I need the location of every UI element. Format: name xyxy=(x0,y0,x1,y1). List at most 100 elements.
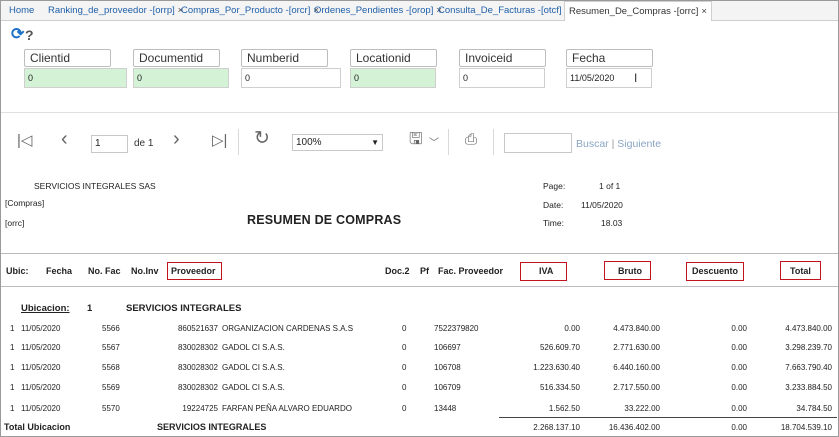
cell-ubic: 1 xyxy=(10,363,15,372)
cell-descuento: 0.00 xyxy=(731,363,747,372)
report-code: [orrc] xyxy=(5,218,25,228)
cell-proveedor: GADOL CI S.A.S. xyxy=(222,383,285,392)
cell-iva: 1.223.630.40 xyxy=(533,363,580,372)
tab-compras-por-producto[interactable]: Compras_Por_Producto -[orcr] × xyxy=(181,1,319,21)
last-page-icon[interactable]: ▷| xyxy=(212,132,227,150)
documentid-input[interactable]: 0 xyxy=(133,68,229,88)
cell-bruto: 6.440.160.00 xyxy=(613,363,660,372)
numberid-input[interactable]: 0 xyxy=(241,68,341,88)
zoom-value: 100% xyxy=(296,137,322,148)
cell-iva: 526.609.70 xyxy=(539,343,580,352)
cell-fecha: 11/05/2020 xyxy=(21,363,61,372)
tab-label: Resumen_De_Compras -[orrc] xyxy=(569,6,699,17)
tab-label: Compras_Por_Producto -[orcr] xyxy=(181,5,311,16)
cell-bruto: 2.717.550.00 xyxy=(613,383,660,392)
highlight-box xyxy=(167,262,222,280)
previous-page-icon[interactable]: ‹ xyxy=(61,129,68,149)
group-label: Ubicacion: xyxy=(21,303,70,314)
print-icon[interactable]: ⎙ xyxy=(465,131,477,149)
cell-doc2: 0 xyxy=(402,363,407,372)
cell-bruto: 33.222.00 xyxy=(624,404,660,413)
cell-doc2: 0 xyxy=(402,383,407,392)
cell-noinv: 860521637 xyxy=(177,324,218,333)
tab-bar: Home Ranking_de_proveedor -[orrp] × Compr… xyxy=(1,1,838,21)
date-value: 11/05/2020 xyxy=(581,200,623,210)
cell-facprov: 106709 xyxy=(434,383,461,392)
search-input[interactable] xyxy=(504,133,572,153)
cell-fecha: 11/05/2020 xyxy=(21,324,61,333)
tab-label: Home xyxy=(9,5,35,16)
cell-total: 34.784.50 xyxy=(796,404,832,413)
cell-noinv: 830028302 xyxy=(177,383,218,392)
toolbar-divider xyxy=(1,112,838,113)
fecha-input[interactable]: 11/05/2020 xyxy=(566,68,652,88)
param-label-numberid: Numberid xyxy=(241,49,328,67)
cell-nofac: 5567 xyxy=(102,343,120,352)
page-number-input[interactable]: 1 xyxy=(91,135,128,153)
next-page-icon[interactable]: › xyxy=(173,129,180,149)
invoiceid-input[interactable]: 0 xyxy=(459,68,545,88)
cell-ubic: 1 xyxy=(10,383,15,392)
param-label-locationid: Locationid xyxy=(350,49,437,67)
cell-ubic: 1 xyxy=(10,343,15,352)
totals-rule xyxy=(499,417,837,418)
locationid-input[interactable]: 0 xyxy=(350,68,436,88)
toolbar-separator xyxy=(238,129,239,155)
totals-total: 18.704.539.10 xyxy=(780,423,832,432)
chevron-down-icon: ▼ xyxy=(371,138,379,147)
zoom-select[interactable]: 100% ▼ xyxy=(292,134,383,151)
cell-proveedor: GADOL CI S.A.S. xyxy=(222,363,285,372)
tab-resumen-de-compras[interactable]: Resumen_De_Compras -[orrc] × xyxy=(564,1,712,21)
tab-consulta-de-facturas[interactable]: Consulta_De_Facturas -[otcf]× xyxy=(438,1,570,21)
module-label: [Compras] xyxy=(5,198,45,208)
refresh-icon[interactable]: ⟳ xyxy=(11,26,24,44)
col-fecha: Fecha xyxy=(46,266,73,276)
highlight-box xyxy=(686,262,744,281)
refresh-report-icon[interactable]: ↻ xyxy=(254,129,270,148)
first-page-icon[interactable]: |◁ xyxy=(17,132,32,150)
search-links: Buscar | Siguiente xyxy=(576,138,661,150)
buscar-link[interactable]: Buscar xyxy=(576,138,609,150)
param-label-clientid: Clientid xyxy=(24,49,111,67)
cell-fecha: 11/05/2020 xyxy=(21,404,61,413)
cell-facprov: 106697 xyxy=(434,343,461,352)
save-icon[interactable]: 🖫 xyxy=(409,131,423,149)
cell-noinv: 830028302 xyxy=(177,363,218,372)
cell-fecha: 11/05/2020 xyxy=(21,343,61,352)
siguiente-link[interactable]: Siguiente xyxy=(617,138,661,150)
cell-descuento: 0.00 xyxy=(731,343,747,352)
time-label: Time: xyxy=(543,218,564,228)
cell-iva: 1.562.50 xyxy=(548,404,580,413)
tab-ordenes-pendientes[interactable]: Ordenes_Pendientes -[orop] × xyxy=(314,1,442,21)
tab-label: Consulta_De_Facturas -[otcf] xyxy=(438,5,562,16)
totals-bruto: 16.436.402.00 xyxy=(608,423,660,432)
tab-ranking-de-proveedor[interactable]: Ranking_de_proveedor -[orrp] × xyxy=(48,1,183,21)
clientid-input[interactable]: 0 xyxy=(24,68,127,88)
chevron-down-icon[interactable]: ﹀ xyxy=(429,135,439,153)
cell-proveedor: FARFAN PEÑA ALVARO EDUARDO xyxy=(222,404,352,413)
group-name: SERVICIOS INTEGRALES xyxy=(126,303,242,314)
col-doc2: Doc.2 xyxy=(385,266,410,276)
help-icon[interactable]: ? xyxy=(25,26,34,44)
tab-home[interactable]: Home xyxy=(9,1,34,21)
text-cursor-icon: I xyxy=(634,71,638,85)
highlight-box xyxy=(780,261,821,280)
report-title: RESUMEN DE COMPRAS xyxy=(247,213,402,227)
cell-doc2: 0 xyxy=(402,324,407,333)
cell-nofac: 5568 xyxy=(102,363,120,372)
cell-total: 3.233.884.50 xyxy=(785,383,832,392)
cell-facprov: 106708 xyxy=(434,363,461,372)
close-icon[interactable]: × xyxy=(701,6,707,17)
totals-label: Total Ubicacion xyxy=(4,422,71,432)
tab-label: Ordenes_Pendientes -[orop] xyxy=(314,5,434,16)
cell-total: 3.298.239.70 xyxy=(785,343,832,352)
highlight-box xyxy=(604,261,651,280)
cell-bruto: 2.771.630.00 xyxy=(613,343,660,352)
page-value: 1 of 1 xyxy=(599,181,621,191)
col-ubic: Ubic: xyxy=(6,266,29,276)
totals-name: SERVICIOS INTEGRALES xyxy=(157,422,267,432)
cell-noinv: 19224725 xyxy=(182,404,218,413)
cell-fecha: 11/05/2020 xyxy=(21,383,61,392)
cell-noinv: 830028302 xyxy=(177,343,218,352)
highlight-box xyxy=(520,262,567,281)
